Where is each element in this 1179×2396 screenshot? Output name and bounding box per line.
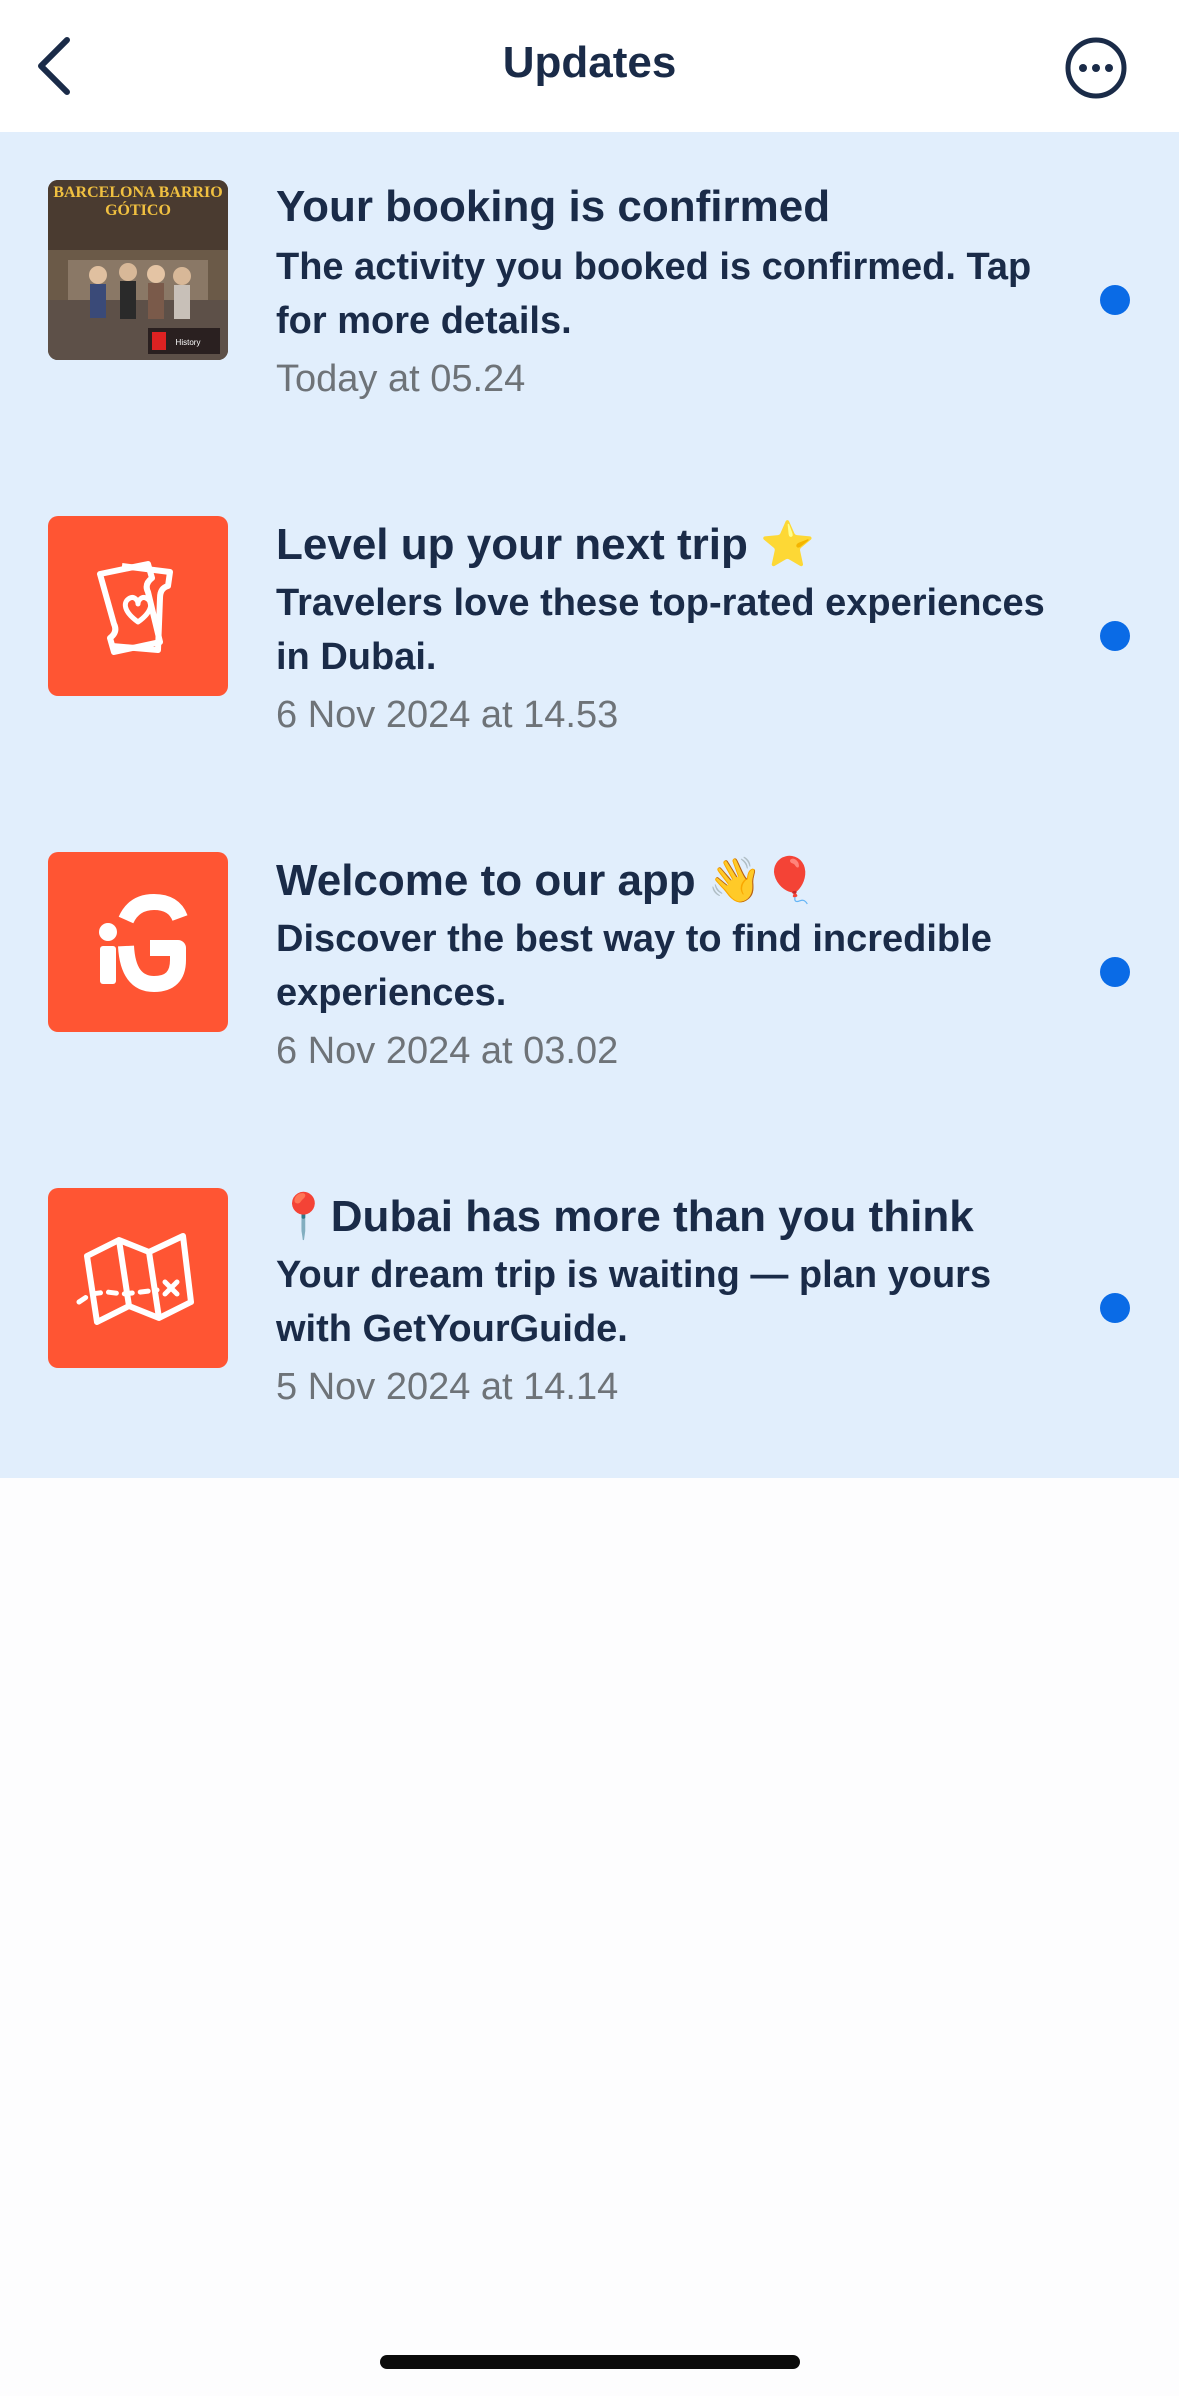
notification-time: Today at 05.24 [276,358,526,400]
notification-body: The activity you booked is confirmed. Ta… [276,246,1032,342]
notification-time: 6 Nov 2024 at 14.53 [276,694,619,736]
notification-item-booking-confirmed[interactable]: History BARCELONA BARRIO GÓTICO Your boo… [0,132,1179,468]
notification-title: 📍Dubai has more than you think [276,1192,974,1241]
page-title: Updates [502,38,677,87]
unread-dot [1100,621,1130,651]
thumbnail-caption: BARCELONA BARRIO GÓTICO [53,184,223,219]
notification-list: History BARCELONA BARRIO GÓTICO Your boo… [0,132,1179,1478]
notification-item-level-up[interactable]: Level up your next trip ⭐ Travelers love… [0,468,1179,804]
treasure-map-icon [76,1233,194,1325]
home-indicator[interactable] [380,2355,800,2369]
ellipsis-circle-icon [1065,37,1127,99]
notification-time: 5 Nov 2024 at 14.14 [276,1366,619,1408]
notification-time: 6 Nov 2024 at 03.02 [276,1030,619,1072]
notification-body: Discover the best way to find incredible… [276,918,992,1014]
treasure-map-thumbnail [48,1188,228,1368]
svg-text:History: History [176,338,201,347]
notification-title: Welcome to our app 👋🎈 [276,856,818,905]
top-bar: Updates [0,0,1179,132]
notification-title: Your booking is confirmed [276,182,831,231]
unread-dot [1100,285,1130,315]
notification-item-dubai[interactable]: 📍Dubai has more than you think Your drea… [0,1140,1179,1476]
notification-title: Level up your next trip ⭐ [276,520,815,569]
more-options-button[interactable] [1060,32,1132,104]
barcelona-tour-thumbnail: History BARCELONA BARRIO GÓTICO [48,180,228,360]
notification-item-welcome[interactable]: Welcome to our app 👋🎈 Discover the best … [0,804,1179,1140]
ticket-heart-icon [97,561,173,655]
getyourguide-logo-thumbnail [48,852,228,1032]
unread-dot [1100,1293,1130,1323]
notification-body: Travelers love these top-rated experienc… [276,582,1045,678]
notification-body: Your dream trip is waiting — plan yours … [276,1254,992,1350]
getyourguide-logo-icon [99,893,188,992]
unread-dot [1100,957,1130,987]
ticket-heart-thumbnail [48,516,228,696]
